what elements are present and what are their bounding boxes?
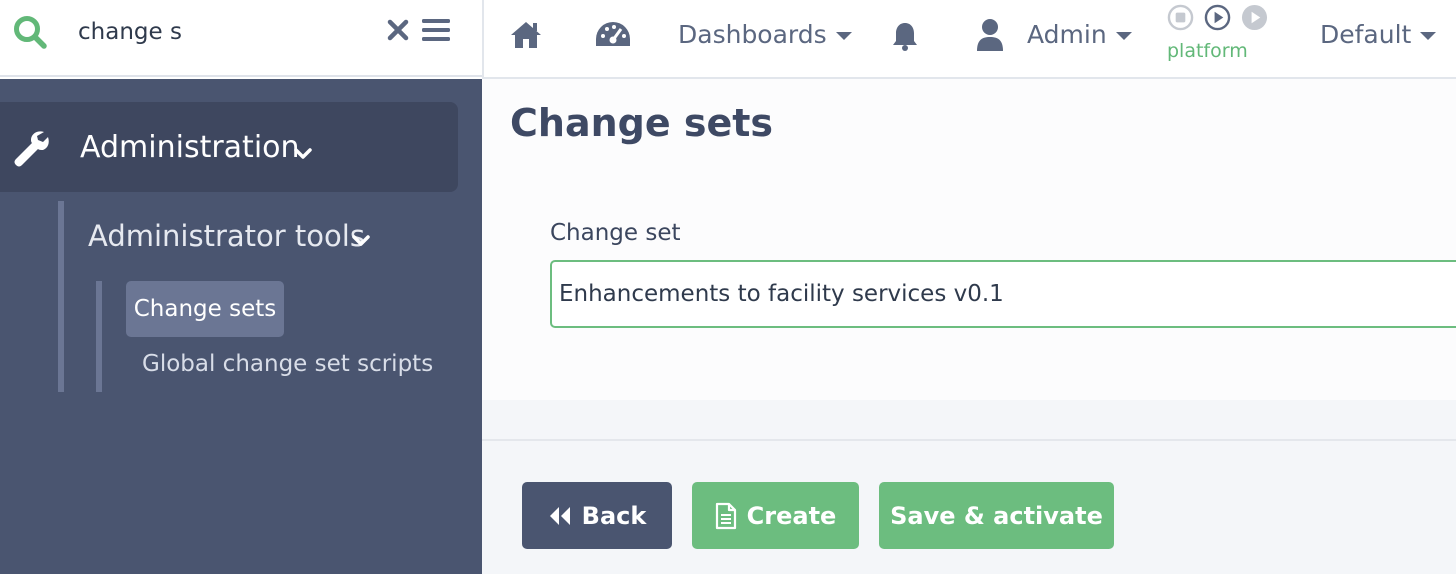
divider <box>482 439 1456 441</box>
top-navbar: Dashboards Admin platform Default <box>482 0 1456 79</box>
save-activate-label: Save & activate <box>890 501 1103 530</box>
search-bar <box>0 0 482 77</box>
back-label: Back <box>581 501 647 530</box>
rewind-icon <box>549 506 570 525</box>
search-input[interactable] <box>78 12 368 52</box>
menu-icon[interactable] <box>421 18 451 42</box>
search-icon[interactable] <box>12 14 48 50</box>
chevron-down-icon[interactable] <box>352 235 370 247</box>
platform-label: platform <box>1167 40 1248 62</box>
back-button[interactable]: Back <box>522 482 672 549</box>
admin-user-label: Admin <box>1027 20 1107 49</box>
create-label: Create <box>746 501 837 530</box>
change-set-label: Change set <box>550 220 681 246</box>
bell-icon[interactable] <box>889 20 921 52</box>
sidebar-group-administrator-tools[interactable]: Administrator tools <box>88 219 365 253</box>
tree-indent-bar <box>96 281 102 392</box>
caret-down-icon <box>1420 31 1437 40</box>
play-icon[interactable] <box>1241 4 1268 31</box>
create-button[interactable]: Create <box>692 482 859 549</box>
default-dropdown[interactable]: Default <box>1320 20 1437 49</box>
stop-icon[interactable] <box>1167 4 1194 31</box>
admin-user-dropdown[interactable]: Admin <box>1027 20 1132 49</box>
sidebar-section-administration[interactable]: Administration <box>0 102 458 192</box>
caret-down-icon <box>835 31 852 40</box>
dashboards-dropdown[interactable]: Dashboards <box>678 20 852 49</box>
sidebar-item-global-change-set-scripts[interactable]: Global change set scripts <box>142 351 433 377</box>
administrator-tools-label: Administrator tools <box>88 219 365 253</box>
wrench-icon <box>14 131 49 167</box>
caret-down-icon <box>1115 31 1132 40</box>
home-icon[interactable] <box>509 20 543 50</box>
form-panel: Change sets Change set <box>482 79 1456 400</box>
dashboards-label: Dashboards <box>678 20 827 49</box>
dashboard-gauge-icon[interactable] <box>594 20 632 50</box>
administration-label: Administration <box>80 130 300 165</box>
user-icon <box>977 19 1003 51</box>
document-icon <box>715 502 736 529</box>
default-label: Default <box>1320 20 1412 49</box>
sidebar-item-change-sets[interactable]: Change sets <box>126 281 284 337</box>
play-icon[interactable] <box>1204 4 1231 31</box>
chevron-down-icon <box>294 148 312 159</box>
change-set-input[interactable] <box>550 260 1456 328</box>
tree-indent-bar <box>58 201 64 392</box>
page-title: Change sets <box>510 101 774 145</box>
save-activate-button[interactable]: Save & activate <box>879 482 1114 549</box>
main-content: Change sets Change set Back Create Save … <box>482 79 1456 574</box>
app-root: Dashboards Admin platform Defa <box>0 0 1456 574</box>
clear-icon[interactable] <box>386 18 410 42</box>
sidebar: Administration Administrator tools Chang… <box>0 79 482 574</box>
